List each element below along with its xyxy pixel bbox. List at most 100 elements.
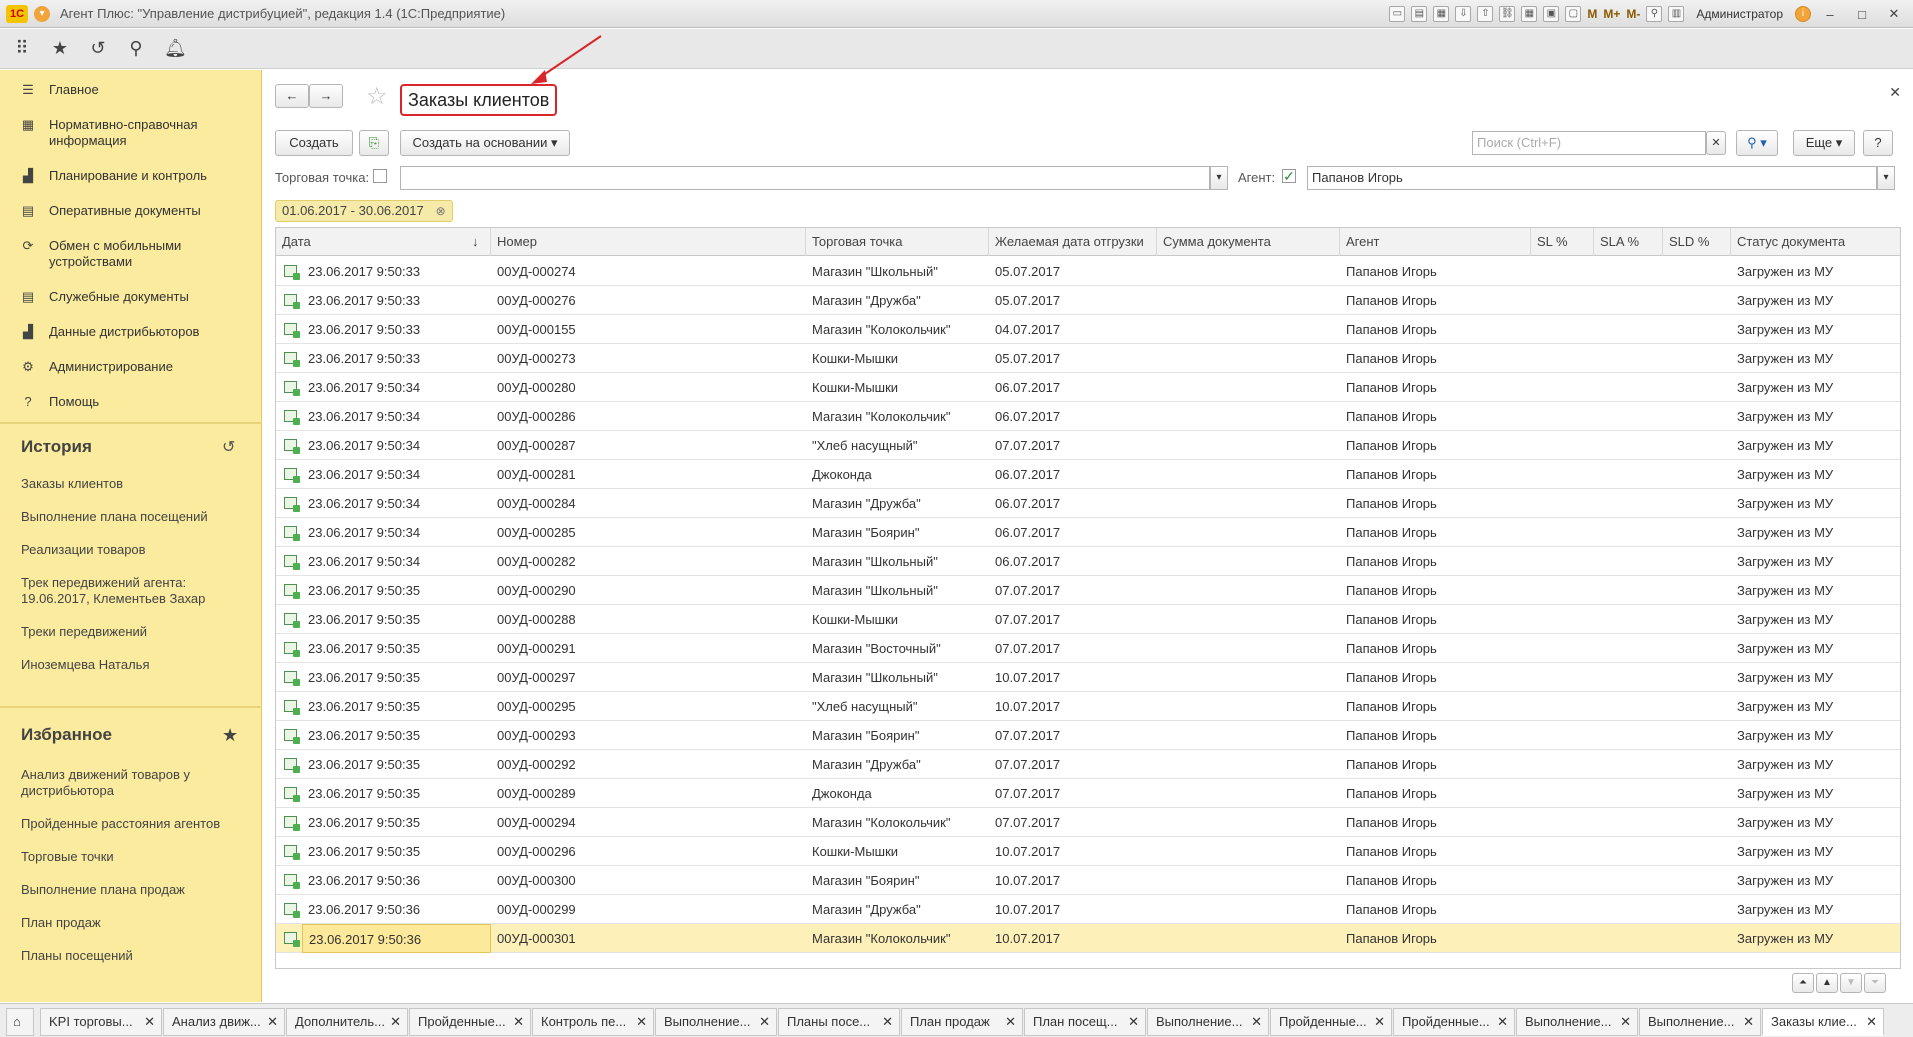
table-row[interactable]: 23.06.2017 9:50:33 00УД-000273 Кошки-Мышки… [276,344,1900,373]
favorite-item[interactable]: Планы посещений [0,948,133,964]
column-header[interactable]: Агент [1340,228,1531,256]
table-row[interactable]: 23.06.2017 9:50:35 00УД-000297 Магазин "Шк… [276,663,1900,692]
table-row[interactable]: 23.06.2017 9:50:33 00УД-000155 Магазин "Ко… [276,315,1900,344]
table-row[interactable]: 23.06.2017 9:50:35 00УД-000296 Кошки-Мышки… [276,837,1900,866]
favorite-item[interactable]: Пройденные расстояния агентов [0,816,220,832]
memory-plus-icon[interactable]: M+ [1603,7,1620,21]
window-tab[interactable]: Контроль пе... ✕ [532,1008,654,1036]
forward-button[interactable]: → [309,84,343,108]
create-button[interactable]: Создать [275,130,353,156]
table-row[interactable]: 23.06.2017 9:50:35 00УД-000292 Магазин "Др… [276,750,1900,779]
agent-filter-checkbox[interactable]: ✓ [1282,169,1296,183]
memory-m-icon[interactable]: M [1587,7,1597,21]
scroll-up-icon[interactable]: ▲ [1816,973,1838,993]
favorite-item[interactable]: Торговые точки [0,849,114,865]
table-row[interactable]: 23.06.2017 9:50:35 00УД-000291 Магазин "Во… [276,634,1900,663]
close-tab-icon[interactable]: ✕ [636,1009,647,1035]
search-options-button[interactable]: ⚲ ▾ [1736,130,1778,156]
column-header[interactable]: Торговая точка [806,228,989,256]
calendar-icon[interactable]: ▣ [1543,6,1560,22]
window-tab[interactable]: Выполнение... ✕ [655,1008,777,1036]
window-tab[interactable]: Планы посе... ✕ [778,1008,900,1036]
help-button[interactable]: ? [1863,130,1893,156]
sidebar-item-planning[interactable]: ▟ Планирование и контроль [0,168,217,184]
close-tab-icon[interactable]: ✕ [1128,1009,1139,1035]
scroll-top-icon[interactable]: ⏶ [1792,973,1814,993]
table-row[interactable]: 23.06.2017 9:50:34 00УД-000284 Магазин "Др… [276,489,1900,518]
window-tab[interactable]: Выполнение... ✕ [1639,1008,1761,1036]
close-tab-icon[interactable]: ✕ [267,1009,278,1035]
table-row[interactable]: 23.06.2017 9:50:34 00УД-000282 Магазин "Шк… [276,547,1900,576]
back-button[interactable]: ← [275,84,309,108]
column-header[interactable]: Статус документа [1731,228,1900,256]
close-tab-icon[interactable]: ✕ [513,1009,524,1035]
search-input[interactable]: Поиск (Ctrl+F) [1472,131,1706,155]
main-menu-button[interactable]: ▾ [34,5,50,22]
favorite-item[interactable]: Выполнение плана продаж [0,882,185,898]
close-tab-icon[interactable]: ✕ [1374,1009,1385,1035]
window-tab[interactable]: Заказы клие... ✕ [1762,1008,1884,1036]
sidebar-item-help[interactable]: ? Помощь [0,394,109,410]
clear-period-icon[interactable]: ⊗ [436,201,446,221]
column-header[interactable]: Желаемая дата отгрузки [989,228,1157,256]
table-row[interactable]: 23.06.2017 9:50:34 00УД-000280 Кошки-Мышки… [276,373,1900,402]
scroll-bottom-icon[interactable]: ⏷ [1864,973,1886,993]
table-row[interactable]: 23.06.2017 9:50:35 00УД-000288 Кошки-Мышки… [276,605,1900,634]
close-tab-icon[interactable]: ✕ [1005,1009,1016,1035]
close-tab-icon[interactable]: ✕ [1620,1009,1631,1035]
history-icon[interactable]: ↺ [222,437,235,457]
column-header[interactable]: Дата [276,228,491,256]
close-form-icon[interactable]: ✕ [1889,84,1901,101]
close-tab-icon[interactable]: ✕ [144,1009,155,1035]
table-row[interactable]: 23.06.2017 9:50:35 00УД-000290 Магазин "Шк… [276,576,1900,605]
history-item[interactable]: Трек передвижений агента: 19.06.2017, Кл… [0,575,220,607]
apps-grid-icon[interactable]: ⠿ [12,38,32,59]
table-row[interactable]: 23.06.2017 9:50:35 00УД-000295 "Хлеб насущ… [276,692,1900,721]
close-tab-icon[interactable]: ✕ [759,1009,770,1035]
star-icon[interactable]: ★ [222,725,238,746]
table-row[interactable]: 23.06.2017 9:50:33 00УД-000276 Магазин "Др… [276,286,1900,315]
column-header[interactable]: Номер [491,228,806,256]
close-tab-icon[interactable]: ✕ [882,1009,893,1035]
favorite-star-icon[interactable]: ☆ [366,82,388,111]
outlet-filter-input[interactable] [400,166,1210,190]
window-tab[interactable]: План посещ... ✕ [1024,1008,1146,1036]
sort-descending-icon[interactable]: ↓ [472,228,479,256]
window-tab[interactable]: Дополнитель... ✕ [286,1008,408,1036]
close-window-icon[interactable]: ✕ [1881,6,1907,22]
table-row[interactable]: 23.06.2017 9:50:34 00УД-000285 Магазин "Бо… [276,518,1900,547]
table-row[interactable]: 23.06.2017 9:50:34 00УД-000286 Магазин "Ко… [276,402,1900,431]
window-tab[interactable]: План продаж ✕ [901,1008,1023,1036]
history-item[interactable]: Заказы клиентов [0,476,123,492]
table-row[interactable]: 23.06.2017 9:50:34 00УД-000281 Джоконда 06.… [276,460,1900,489]
favorite-item[interactable]: Анализ движений товаров у дистрибьютора [0,767,210,799]
memory-minus-icon[interactable]: M- [1626,7,1640,21]
info-icon[interactable]: i [1795,6,1811,22]
table-row[interactable]: 23.06.2017 9:50:35 00УД-000294 Магазин "Ко… [276,808,1900,837]
zoom-icon[interactable]: ⚲ [1646,6,1663,22]
window-tab[interactable]: Анализ движ... ✕ [163,1008,285,1036]
sidebar-item-reference[interactable]: ▦ Нормативно-справочная информация [0,117,240,149]
window-tab[interactable]: Пройденные... ✕ [1393,1008,1515,1036]
table-row[interactable]: 23.06.2017 9:50:36 00УД-000300 Магазин "Бо… [276,866,1900,895]
close-tab-icon[interactable]: ✕ [1743,1009,1754,1035]
close-tab-icon[interactable]: ✕ [390,1009,401,1035]
print-icon[interactable]: ▤ [1411,6,1428,22]
minimize-icon[interactable]: – [1817,7,1843,22]
close-tab-icon[interactable]: ✕ [1497,1009,1508,1035]
agent-filter-input[interactable]: Папанов Игорь [1307,166,1877,190]
history-item[interactable]: Реализации товаров [0,542,146,558]
column-header[interactable]: Сумма документа [1157,228,1340,256]
history-item[interactable]: Иноземцева Наталья [0,657,150,673]
clipboard-icon[interactable]: ▢ [1565,6,1582,22]
panel-icon[interactable]: ▥ [1668,6,1685,22]
window-tab[interactable]: Пройденные... ✕ [409,1008,531,1036]
sidebar-item-main[interactable]: ☰ Главное [0,82,109,98]
sidebar-item-admin[interactable]: ⚙ Администрирование [0,359,183,375]
notifications-bell-icon[interactable]: 🔔︎ [164,38,187,59]
window-tab[interactable]: KPI торговы... ✕ [40,1008,162,1036]
favorites-star-icon[interactable]: ★ [50,38,70,59]
search-icon[interactable]: ⚲ [126,38,146,59]
sidebar-item-operational[interactable]: ▤ Оперативные документы [0,203,211,219]
history-icon[interactable]: ↺ [88,38,108,59]
